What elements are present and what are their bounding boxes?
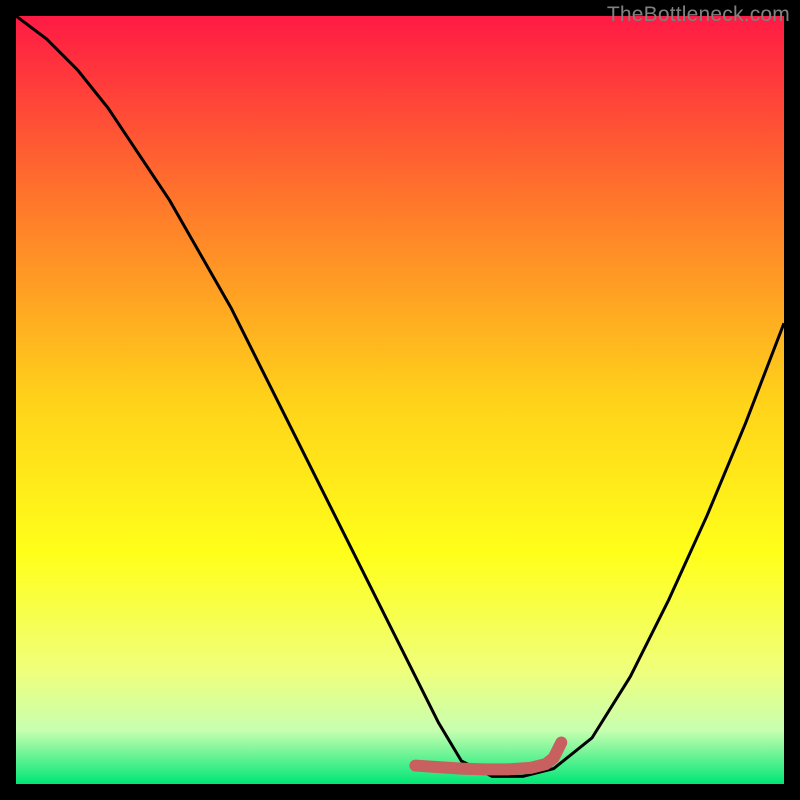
gradient-background — [16, 16, 784, 784]
chart-svg — [16, 16, 784, 784]
attribution-label: TheBottleneck.com — [607, 3, 790, 27]
chart-frame: TheBottleneck.com — [0, 0, 800, 800]
plot-area — [16, 16, 784, 784]
